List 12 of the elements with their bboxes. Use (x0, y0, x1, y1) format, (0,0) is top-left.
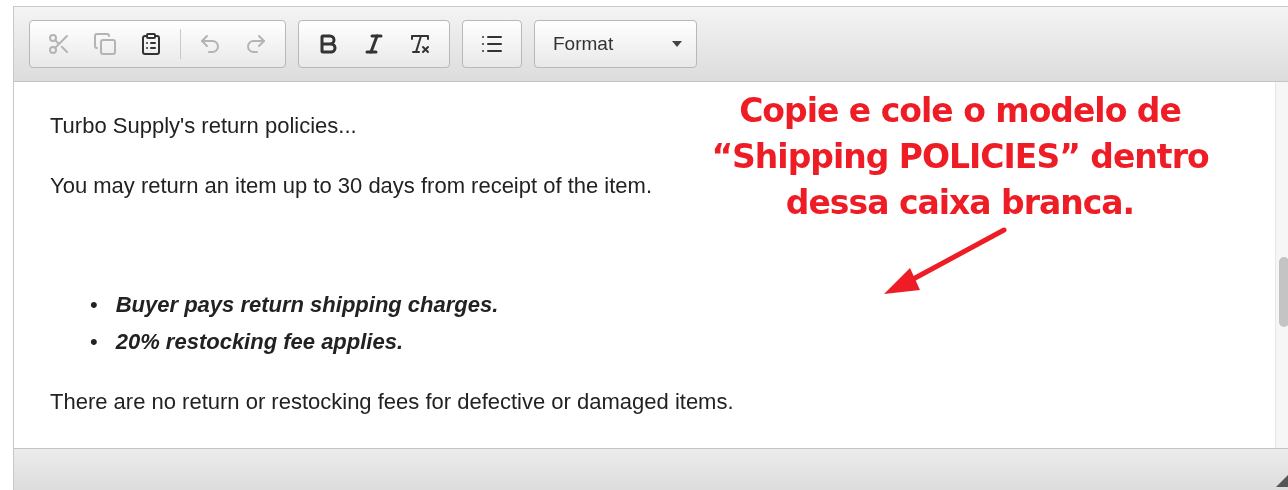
paragraph: You may return an item up to 30 days from receipt of the item. (50, 173, 653, 199)
resize-grip-icon[interactable] (1276, 475, 1288, 487)
scrollbar-thumb[interactable] (1279, 257, 1288, 328)
caret-icon (672, 41, 682, 48)
paragraph: Turbo Supply's return policies... (50, 113, 357, 139)
list-bullet: • (90, 291, 98, 320)
list-bullet: • (90, 328, 98, 357)
format-dropdown[interactable]: Format (534, 20, 697, 69)
paragraph: There are no return or restocking fees for defective or damaged items. (50, 389, 734, 415)
annotation-text: Copie e cole o modelo de “Shipping POLICIES” dentro dessa caixa branca. (710, 90, 1210, 224)
list-item: 20% restocking fee applies. (115, 328, 405, 357)
list-item: Buyer pays return shipping charges. (115, 291, 500, 320)
